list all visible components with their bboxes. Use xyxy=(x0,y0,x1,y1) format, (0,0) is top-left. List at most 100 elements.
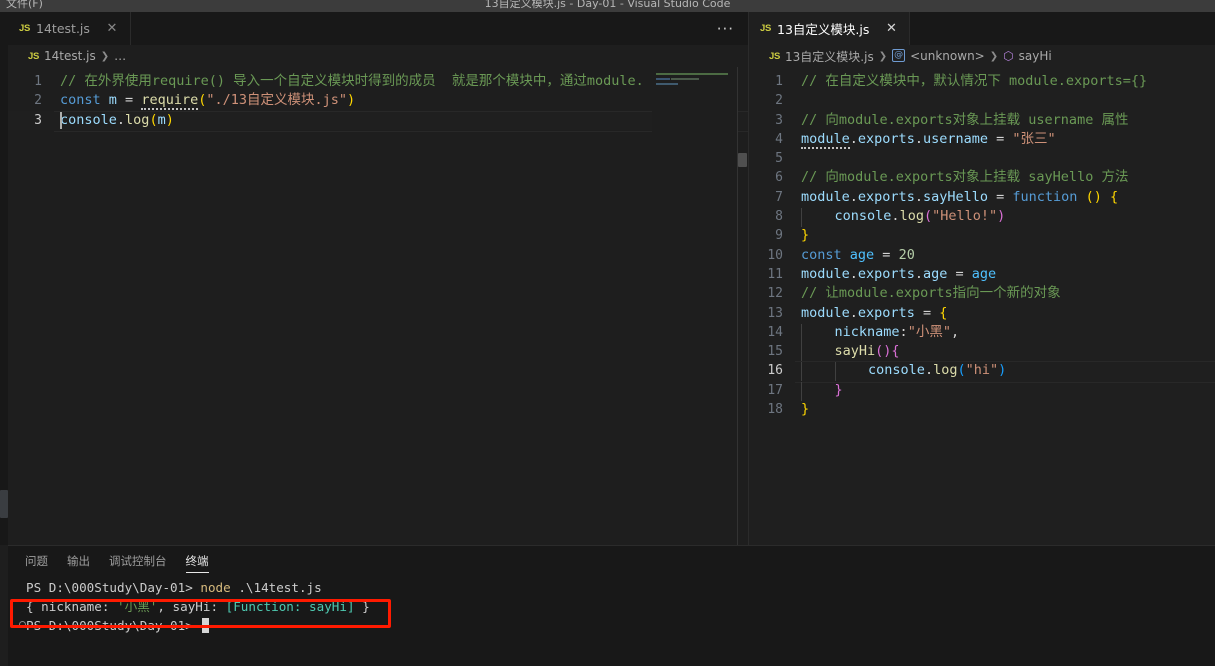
code-token: "Hello!" xyxy=(932,208,998,225)
editor-vertical-scrollbar-left[interactable] xyxy=(738,67,748,545)
indent-guide xyxy=(801,343,802,363)
code-token: // 在外界使用require() 导入一个自定义模块时得到的成员 就是那个模块… xyxy=(60,73,644,89)
code-token: exports xyxy=(857,265,915,282)
code-token: . xyxy=(924,362,934,379)
code-token: const xyxy=(801,246,842,263)
breadcrumb-symbol[interactable]: … xyxy=(114,49,126,63)
code-token: ) xyxy=(347,92,356,109)
js-file-icon: JS xyxy=(760,23,772,34)
line-number: 8 xyxy=(775,209,783,225)
code-line[interactable]: 10 const age = 20 xyxy=(749,246,1215,265)
terminal-line: { nickname: '小黑', sayHi: [Function: sayH… xyxy=(26,597,1215,616)
code-line[interactable]: 1 // 在自定义模块中，默认情况下 module.exports={} xyxy=(749,72,1215,91)
panel-tab-1[interactable]: 输出 xyxy=(67,546,90,576)
chevron-right-icon: ❯ xyxy=(100,50,110,62)
line-number: 2 xyxy=(34,93,42,109)
code-line[interactable]: 14 nickname:"小黑", xyxy=(749,323,1215,343)
code-token: console xyxy=(868,362,925,379)
code-token: } xyxy=(801,401,810,418)
breadcrumb-symbol-unknown[interactable]: <unknown> xyxy=(910,49,985,63)
panel-tab-2[interactable]: 调试控制台 xyxy=(109,546,167,576)
code-line[interactable]: 9} xyxy=(749,226,1215,245)
activity-bar-strip xyxy=(0,12,8,545)
more-actions-icon[interactable]: ··· xyxy=(717,20,734,38)
tab-14test-js[interactable]: JS 14test.js ✕ xyxy=(8,12,131,45)
minimap-segment xyxy=(656,73,728,75)
line-number: 18 xyxy=(767,402,783,418)
text-caret xyxy=(60,111,62,129)
code-token: . xyxy=(849,304,858,321)
code-line[interactable]: 18} xyxy=(749,400,1215,419)
breadcrumb-file[interactable]: 13自定义模块.js xyxy=(785,48,874,65)
tab-label: 13自定义模块.js xyxy=(777,22,870,37)
code-token: ( xyxy=(923,208,933,225)
code-editor-left[interactable]: 1 // 在外界使用require() 导入一个自定义模块时得到的成员 就是那个模… xyxy=(8,67,748,545)
code-line[interactable]: 16 console.log("hi") xyxy=(749,361,1215,384)
line-content: module.exports.username = "张三" xyxy=(789,130,1056,149)
code-token: = xyxy=(947,265,972,282)
terminal-token: { xyxy=(26,599,42,614)
code-line[interactable]: 5 xyxy=(749,149,1215,168)
code-line[interactable]: 8 console.log("Hello!") xyxy=(749,207,1215,228)
code-token: 20 xyxy=(898,246,915,263)
code-line[interactable]: 2 xyxy=(749,91,1215,110)
js-file-icon: JS xyxy=(28,50,40,62)
line-number: 13 xyxy=(767,305,783,321)
module-at-icon: @ xyxy=(892,48,906,62)
code-editor-right[interactable]: 1 // 在自定义模块中，默认情况下 module.exports={} 2 3 // … xyxy=(749,67,1215,545)
minimap-left[interactable] xyxy=(652,67,738,545)
code-token: = xyxy=(874,246,899,263)
code-line[interactable]: 6 // 向module.exports对象上挂载 sayHello 方法 xyxy=(749,168,1215,187)
code-line[interactable]: 3 // 向module.exports对象上挂载 username 属性 xyxy=(749,111,1215,130)
terminal-token: node xyxy=(200,580,231,595)
line-content: nickname:"小黑", xyxy=(789,323,959,343)
code-token: exports xyxy=(857,188,915,205)
title-bar: 文件(F) 13自定义模块.js - Day-01 - Visual Studi… xyxy=(0,0,1215,12)
code-line[interactable]: 4 module.exports.username = "张三" xyxy=(749,130,1215,149)
code-line[interactable]: 11 module.exports.age = age xyxy=(749,265,1215,284)
code-token: { xyxy=(1109,188,1119,205)
minimap-content xyxy=(656,72,728,87)
scrollbar-thumb[interactable] xyxy=(738,153,747,167)
code-token: = xyxy=(116,92,142,109)
close-icon[interactable]: ✕ xyxy=(104,22,120,35)
terminal-token: [Function: sayHi] xyxy=(225,599,355,614)
code-line[interactable]: 17 } xyxy=(749,381,1215,401)
breadcrumb-symbol-sayhi[interactable]: sayHi xyxy=(1019,49,1052,63)
code-token: "张三" xyxy=(1012,130,1056,147)
line-number: 17 xyxy=(767,382,783,398)
close-icon[interactable]: ✕ xyxy=(883,22,899,35)
code-line[interactable]: 15 sayHi(){ xyxy=(749,342,1215,363)
code-line[interactable]: 2 const m = require("./13自定义模块.js") xyxy=(8,91,748,111)
code-line[interactable]: 13 module.exports = { xyxy=(749,304,1215,323)
code-line[interactable]: 7 module.exports.sayHello = function () { xyxy=(749,188,1215,207)
code-token: m xyxy=(108,92,117,109)
terminal-token: } xyxy=(354,599,370,614)
line-content: } xyxy=(789,400,809,419)
line-content: sayHi(){ xyxy=(789,342,900,363)
indent-guide xyxy=(801,381,802,401)
code-token: ) xyxy=(165,111,174,128)
line-number: 3 xyxy=(775,112,783,128)
editor-group-right: JS 13自定义模块.js ✕ JS 13自定义模块.js ❯ @ <unkno… xyxy=(749,12,1215,545)
code-token: ) xyxy=(997,208,1006,225)
code-line[interactable]: 1 // 在外界使用require() 导入一个自定义模块时得到的成员 就是那个模… xyxy=(8,72,748,91)
panel-tab-0[interactable]: 问题 xyxy=(25,546,48,576)
tab-13zidingyi-mokuai-js[interactable]: JS 13自定义模块.js ✕ xyxy=(749,12,911,45)
line-content: module.exports.age = age xyxy=(789,265,996,284)
code-line[interactable]: 3 console.log(m) xyxy=(8,110,748,133)
line-number: 11 xyxy=(767,266,783,282)
sidebar-resize-handle[interactable] xyxy=(0,490,8,518)
panel-tab-3[interactable]: 终端 xyxy=(185,546,209,576)
line-number: 2 xyxy=(775,93,783,109)
vscode-window: 文件(F) 13自定义模块.js - Day-01 - Visual Studi… xyxy=(0,0,1215,666)
code-token: . xyxy=(116,111,126,128)
code-token: : xyxy=(899,323,908,340)
code-token: exports xyxy=(857,130,915,147)
terminal-output[interactable]: PS D:\000Study\Day-01> node .\14test.js{… xyxy=(8,576,1215,664)
code-line[interactable]: 12 // 让module.exports指向一个新的对象 xyxy=(749,284,1215,303)
terminal-token: : xyxy=(210,599,226,614)
breadcrumb-file[interactable]: 14test.js xyxy=(44,49,96,63)
code-token: m xyxy=(157,111,166,128)
